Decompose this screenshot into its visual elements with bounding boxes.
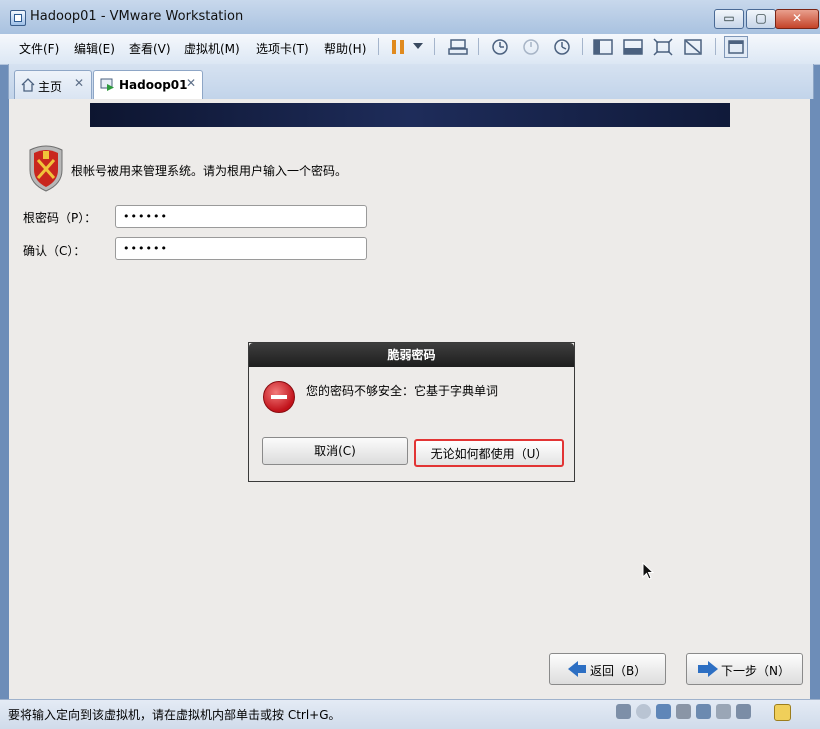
root-password-label: 根密码（P）： <box>23 211 97 225</box>
arrow-right-icon <box>708 661 718 677</box>
vm-icon <box>100 78 114 91</box>
confirm-password-label: 确认（C）： <box>23 244 86 258</box>
pause-icon[interactable] <box>390 38 406 56</box>
next-button[interactable]: 下一步（N） <box>686 653 803 685</box>
use-anyway-button[interactable]: 无论如何都使用（U） <box>414 439 564 467</box>
mouse-cursor-icon <box>642 562 654 580</box>
root-password-intro: 根帐号被用来管理系统。请为根用户输入一个密码。 <box>71 164 348 178</box>
unity-icon[interactable] <box>683 38 703 56</box>
snapshot-manager-icon[interactable] <box>552 37 572 57</box>
display-icon[interactable] <box>736 704 751 719</box>
sound-icon[interactable] <box>696 704 711 719</box>
menu-help[interactable]: 帮助(H) <box>324 40 366 57</box>
fullscreen-icon[interactable] <box>653 38 673 56</box>
home-icon <box>21 78 35 92</box>
hdd-icon[interactable] <box>616 704 631 719</box>
toolbar-separator <box>378 38 379 55</box>
console-view-icon[interactable] <box>623 38 643 56</box>
snapshot-take-icon[interactable] <box>490 37 510 57</box>
menu-vm[interactable]: 虚拟机(M) <box>184 40 240 57</box>
minimize-button[interactable]: ▭ <box>714 9 744 29</box>
menu-edit[interactable]: 编辑(E) <box>74 40 115 57</box>
tab-hadoop01[interactable]: Hadoop01 ✕ <box>93 70 203 100</box>
toolbar-separator <box>582 38 583 55</box>
window-title: Hadoop01 - VMware Workstation <box>30 9 244 24</box>
cancel-button[interactable]: 取消(C) <box>262 437 408 465</box>
network-icon[interactable] <box>656 704 671 719</box>
vmware-app-icon <box>10 10 26 26</box>
tab-hadoop01-close-icon[interactable]: ✕ <box>186 76 196 90</box>
back-button-label: 返回（B） <box>590 664 647 678</box>
error-icon <box>263 381 295 413</box>
back-button[interactable]: 返回（B） <box>549 653 666 685</box>
dialog-title: 脆弱密码 <box>249 343 574 367</box>
sidebar-view-icon[interactable] <box>593 38 613 56</box>
menu-view[interactable]: 查看(V) <box>129 40 171 57</box>
message-icon[interactable] <box>774 704 791 721</box>
thumbnail-view-icon[interactable] <box>724 36 748 58</box>
dialog-message: 您的密码不够安全：它基于字典单词 <box>306 384 499 398</box>
next-button-label: 下一步（N） <box>721 664 790 678</box>
toolbar-separator <box>715 38 716 55</box>
toolbar-separator <box>478 38 479 55</box>
dropdown-icon[interactable] <box>413 42 423 50</box>
snapshot-revert-icon[interactable] <box>521 37 541 57</box>
send-ctrl-alt-del-icon[interactable] <box>448 37 468 57</box>
root-password-input[interactable]: •••••• <box>115 205 367 228</box>
tab-home-close-icon[interactable]: ✕ <box>74 76 84 90</box>
tab-home[interactable]: 主页 ✕ <box>14 70 92 100</box>
confirm-password-input[interactable]: •••••• <box>115 237 367 260</box>
root-shield-icon <box>29 145 63 192</box>
maximize-button[interactable]: ▢ <box>746 9 776 29</box>
cdrom-icon[interactable] <box>636 704 651 719</box>
menu-tabs[interactable]: 选项卡(T) <box>256 40 309 57</box>
installer-banner <box>90 103 730 127</box>
close-window-button[interactable]: ✕ <box>775 9 819 29</box>
printer-icon[interactable] <box>716 704 731 719</box>
tab-home-label: 主页 <box>38 80 63 94</box>
usb-icon[interactable] <box>676 704 691 719</box>
tab-hadoop01-label: Hadoop01 <box>119 78 188 92</box>
status-text: 要将输入定向到该虚拟机，请在虚拟机内部单击或按 Ctrl+G。 <box>8 708 341 722</box>
menu-file[interactable]: 文件(F) <box>19 40 59 57</box>
toolbar-separator <box>434 38 435 55</box>
